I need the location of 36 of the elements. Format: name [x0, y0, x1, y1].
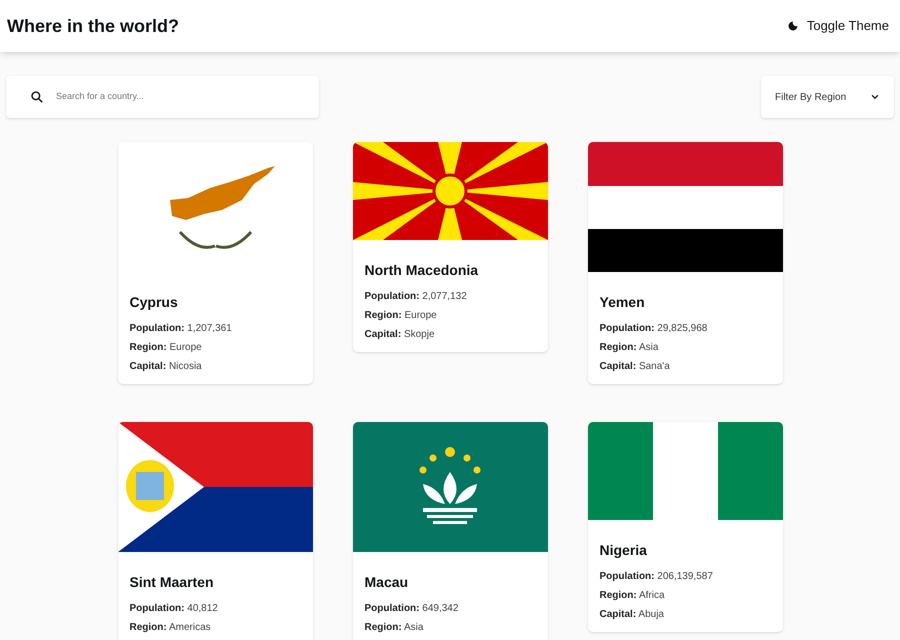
country-fact: Capital: Sana'a [600, 360, 671, 374]
chevron-down-icon [870, 92, 880, 102]
country-fact: Region: Europe [364, 309, 438, 323]
region-filter-dropdown[interactable]: Filter By Region [761, 76, 894, 118]
country-name: Sint Maarten [130, 573, 215, 592]
country-fact: Region: Americas [130, 621, 212, 635]
country-fact: Region: Europe [130, 341, 203, 355]
country-name: Cyprus [130, 293, 179, 312]
country-fact: Population: 40,812 [130, 602, 219, 616]
country-card[interactable]: Macau Population: 649,342 Region: Asia [352, 422, 548, 640]
country-card[interactable]: Nigeria Population: 206,139,587 Region: Africa Capital: Abuja [588, 422, 782, 632]
country-fact: Region: Asia [600, 341, 660, 355]
country-card[interactable]: Cyprus Population: 1,207,361 Region: Europe Capital: Nicosia [118, 142, 312, 384]
country-fact: Population: 649,342 [364, 602, 460, 616]
country-card[interactable]: Yemen Population: 29,825,968 Region: Asia Capital: Sana'a [588, 142, 782, 384]
country-fact: Population: 29,825,968 [600, 322, 708, 336]
search-icon [30, 90, 44, 104]
search-field[interactable]: Search for a country... [6, 76, 319, 118]
country-fact: Population: 1,207,361 [130, 322, 233, 336]
country-fact: Region: Africa [600, 589, 666, 603]
country-fact: Region: Asia [364, 621, 424, 635]
country-fact: Capital: Skopje [364, 328, 436, 342]
country-fact: Capital: Abuja [600, 608, 665, 622]
moon-icon [786, 20, 799, 32]
country-card[interactable]: North Macedonia Population: 2,077,132 Region: Europe Capital: Skopje [352, 142, 548, 352]
search-input[interactable]: Search for a country... [56, 90, 319, 104]
country-fact: Population: 2,077,132 [364, 290, 468, 304]
country-name: Nigeria [600, 541, 648, 560]
app-title: Where in the world? [7, 14, 180, 38]
country-name: Yemen [600, 293, 646, 312]
country-fact: Capital: Nicosia [130, 360, 203, 374]
country-card[interactable]: Sint Maarten Population: 40,812 Region: Americas [118, 422, 312, 640]
country-name: North Macedonia [364, 261, 480, 280]
theme-toggle[interactable]: Toggle Theme [786, 16, 893, 36]
country-name: Macau [364, 573, 410, 592]
country-fact: Population: 206,139,587 [600, 570, 714, 584]
